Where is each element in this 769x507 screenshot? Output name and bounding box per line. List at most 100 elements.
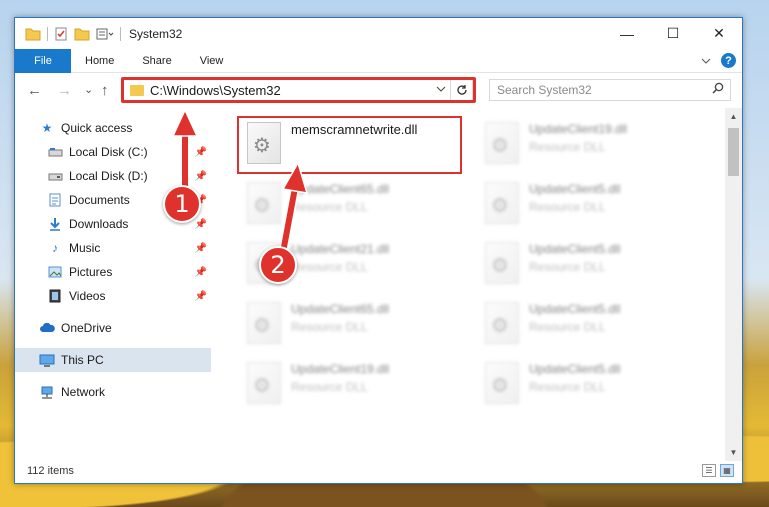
cloud-icon <box>39 321 55 335</box>
file-type: Resource DLL <box>529 380 606 394</box>
pin-icon: 📌 <box>194 170 207 182</box>
sidebar-item-quick-access[interactable]: ★ Quick access <box>15 116 211 140</box>
file-item-memscramnetwrite[interactable]: memscramnetwrite.dll <box>241 118 451 172</box>
scroll-thumb[interactable] <box>728 128 739 176</box>
expand-ribbon-icon[interactable] <box>701 57 711 65</box>
callout-badge-2: 2 <box>259 246 297 284</box>
sidebar-item-label: OneDrive <box>61 321 112 335</box>
title-bar: System32 — ☐ ✕ <box>15 18 742 49</box>
sidebar-item-label: Local Disk (C:) <box>69 145 148 159</box>
details-view-icon[interactable]: ☰ <box>702 464 716 477</box>
toolbar-divider <box>47 26 48 41</box>
refresh-button[interactable] <box>450 80 472 100</box>
toolbar-divider <box>120 26 121 41</box>
help-icon[interactable]: ? <box>721 53 736 68</box>
sidebar-item-pictures[interactable]: Pictures 📌 <box>15 260 211 284</box>
customize-toolbar-icon[interactable] <box>96 27 114 41</box>
scroll-up-icon[interactable]: ▲ <box>725 108 742 125</box>
sidebar-item-local-disk-c[interactable]: Local Disk (C:) 📌 <box>15 140 211 164</box>
file-type: Resource DLL <box>291 320 368 334</box>
file-type: Resource DLL <box>291 380 368 394</box>
dll-file-icon <box>247 182 281 224</box>
file-item[interactable]: UpdateClient65.dll Resource DLL <box>241 178 451 232</box>
tab-view[interactable]: View <box>186 49 238 73</box>
recent-locations-button[interactable]: ⌄ <box>84 83 93 96</box>
download-icon <box>47 217 63 231</box>
file-item[interactable]: UpdateClient65.dll Resource DLL <box>241 298 451 352</box>
back-button[interactable]: ← <box>27 82 42 99</box>
file-list: memscramnetwrite.dll UpdateClient65.dll … <box>211 108 725 463</box>
sidebar-item-music[interactable]: ♪ Music 📌 <box>15 236 211 260</box>
window-title: System32 <box>129 26 183 41</box>
navigation-bar: ← → ⌄ ↑ C:\Windows\System32 Search Syste… <box>15 76 742 108</box>
maximize-button[interactable]: ☐ <box>650 18 696 49</box>
file-name: UpdateClient21.dll <box>291 242 390 256</box>
address-bar[interactable]: C:\Windows\System32 <box>123 79 473 101</box>
file-name: UpdateClient5.dll <box>529 302 621 316</box>
sidebar-item-label: Downloads <box>69 217 129 231</box>
chevron-down-icon[interactable] <box>436 82 446 96</box>
file-name: UpdateClient19.dll <box>291 362 390 376</box>
file-item[interactable]: UpdateClient19.dll Resource DLL <box>241 358 451 412</box>
tab-home[interactable]: Home <box>71 49 128 73</box>
sidebar-item-videos[interactable]: Videos 📌 <box>15 284 211 308</box>
view-switcher: ☰ ▦ <box>702 464 734 477</box>
tab-file[interactable]: File <box>15 48 71 73</box>
pictures-icon <box>47 265 63 279</box>
forward-button[interactable]: → <box>57 82 72 99</box>
sidebar-item-network[interactable]: Network <box>15 380 211 404</box>
file-item[interactable]: UpdateClient5.dll Resource DLL <box>479 238 689 292</box>
file-name: UpdateClient65.dll <box>291 302 390 316</box>
sidebar-item-onedrive[interactable]: OneDrive <box>15 316 211 340</box>
minimize-button[interactable]: — <box>604 18 650 49</box>
search-input[interactable]: Search System32 <box>490 83 592 97</box>
pin-icon: 📌 <box>194 290 207 302</box>
file-item[interactable]: UpdateClient5.dll Resource DLL <box>479 178 689 232</box>
file-item[interactable]: UpdateClient19.dll Resource DLL <box>479 118 689 172</box>
dll-file-icon <box>247 302 281 344</box>
pin-icon: 📌 <box>194 146 207 158</box>
pin-icon: 📌 <box>194 266 207 278</box>
search-icon[interactable] <box>712 82 724 94</box>
ribbon-right-controls: ? <box>701 53 736 68</box>
tiles-view-icon[interactable]: ▦ <box>720 464 734 477</box>
dll-file-icon <box>485 242 519 284</box>
folder-icon[interactable] <box>25 27 41 41</box>
file-name: UpdateClient5.dll <box>529 242 621 256</box>
search-box[interactable]: Search System32 <box>489 79 731 101</box>
file-name: UpdateClient5.dll <box>529 182 621 196</box>
refresh-icon <box>456 85 467 95</box>
sidebar-item-label: Music <box>69 241 101 255</box>
pin-icon: 📌 <box>194 218 207 230</box>
file-name: UpdateClient5.dll <box>529 362 621 376</box>
sidebar-item-label: Quick access <box>61 121 133 135</box>
sidebar-item-label: Network <box>61 385 106 399</box>
sidebar-item-this-pc[interactable]: This PC <box>15 348 211 372</box>
new-folder-icon[interactable] <box>74 27 90 41</box>
file-name: UpdateClient65.dll <box>291 182 390 196</box>
file-type: Resource DLL <box>529 140 606 154</box>
file-type: Resource DLL <box>291 260 368 274</box>
explorer-window: System32 — ☐ ✕ File Home Share View ? ← … <box>14 17 743 484</box>
computer-icon <box>39 353 55 367</box>
folder-icon <box>130 84 144 96</box>
navigation-pane: ★ Quick access Local Disk (C:) 📌 Local D… <box>15 116 211 461</box>
drive-icon <box>47 145 63 159</box>
music-icon: ♪ <box>52 241 58 255</box>
file-item[interactable]: UpdateClient5.dll Resource DLL <box>479 358 689 412</box>
up-button[interactable]: ↑ <box>101 82 109 99</box>
tab-share[interactable]: Share <box>128 49 185 73</box>
pin-icon: 📌 <box>194 242 207 254</box>
file-type: Resource DLL <box>291 200 368 214</box>
window-controls: — ☐ ✕ <box>604 18 742 49</box>
file-name: UpdateClient19.dll <box>529 122 628 136</box>
dll-file-icon <box>485 182 519 224</box>
file-type: Resource DLL <box>529 320 606 334</box>
file-item[interactable]: UpdateClient5.dll Resource DLL <box>479 298 689 352</box>
address-path[interactable]: C:\Windows\System32 <box>150 83 281 98</box>
vertical-scrollbar[interactable]: ▲ ▼ <box>725 108 742 461</box>
properties-icon[interactable] <box>54 27 68 41</box>
dll-file-icon <box>485 302 519 344</box>
network-icon <box>39 385 55 399</box>
close-button[interactable]: ✕ <box>696 18 742 49</box>
